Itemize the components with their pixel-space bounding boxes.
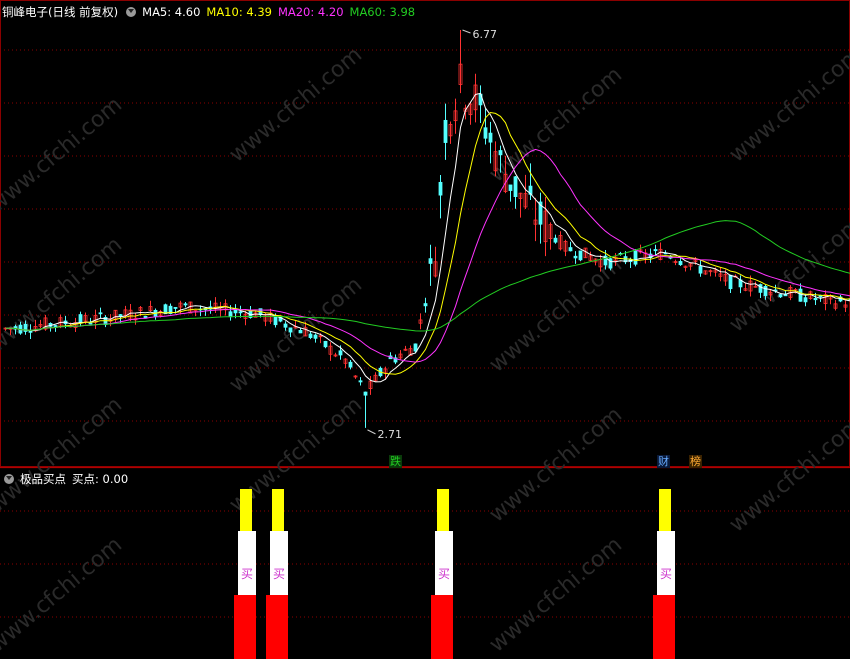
candle-body — [488, 132, 493, 143]
signal-bar-white — [657, 531, 675, 595]
candle-body — [228, 311, 233, 318]
candle-body — [483, 127, 488, 139]
low-marker — [367, 429, 376, 435]
candle-body — [308, 333, 313, 338]
candle-body — [313, 334, 318, 339]
ma10-line — [5, 111, 850, 375]
candle-body — [508, 184, 513, 191]
candle-body — [413, 343, 418, 352]
candle-body — [653, 249, 658, 252]
price-panel-header: 铜峰电子(日线 前复权) MA5: 4.60 MA10: 4.39 MA20: 4.2… — [2, 4, 421, 20]
period-label[interactable]: (日线 前复权) — [48, 5, 118, 19]
signal-bar-white — [270, 531, 288, 595]
signal-bar-yellow — [659, 489, 671, 531]
event-badge-list[interactable]: 榜 — [689, 455, 702, 468]
candle-body — [758, 284, 763, 293]
signal-bar-red — [234, 595, 256, 659]
watermark-text: www.cfchi.com — [0, 392, 127, 517]
signal-bar-white — [238, 531, 256, 595]
candle-body — [513, 176, 518, 198]
candle-body — [443, 119, 448, 143]
candle-body — [803, 297, 808, 303]
candle-body — [298, 330, 303, 334]
candle-body — [173, 307, 178, 309]
candle-body — [363, 391, 368, 396]
indicator-panel-header: 极品买点 买点: 0.00 — [2, 471, 134, 487]
watermark-text: www.cfchi.com — [485, 402, 627, 527]
ma5-line — [5, 92, 850, 383]
candle-body — [183, 303, 188, 306]
candle-body — [338, 350, 343, 356]
event-badge-finance[interactable]: 财 — [657, 455, 670, 468]
signal-bar-red — [266, 595, 288, 659]
signal-bar-label: 买 — [241, 567, 253, 581]
candle-body — [323, 341, 328, 348]
watermark-text: www.cfchi.com — [225, 272, 367, 397]
watermark-text: www.cfchi.com — [725, 42, 850, 167]
watermark-text: www.cfchi.com — [0, 232, 127, 357]
high-marker — [462, 29, 471, 34]
dropdown-icon[interactable] — [126, 6, 137, 17]
candle-body — [763, 285, 768, 296]
candle-body — [728, 274, 733, 290]
candle-body — [238, 311, 243, 314]
signal-bar-yellow — [240, 489, 252, 531]
candle-body — [423, 303, 428, 307]
watermark-text: www.cfchi.com — [485, 532, 627, 657]
candle-body — [438, 181, 443, 196]
candle-body — [578, 250, 583, 261]
signal-bar-label: 买 — [660, 567, 672, 581]
candle-body — [498, 150, 503, 156]
candle-body — [633, 250, 638, 265]
signal-bar-yellow — [437, 489, 449, 531]
indicator-title: 极品买点 — [20, 472, 66, 486]
stock-title: 铜峰电子 — [2, 5, 48, 19]
ma20-label: MA20: 4.20 — [277, 5, 344, 19]
ma10-label: MA10: 4.39 — [206, 5, 272, 19]
candle-body — [348, 361, 353, 368]
candle-body — [553, 237, 558, 243]
watermark-text: www.cfchi.com — [0, 532, 127, 657]
candle-body — [283, 323, 288, 328]
signal-bar-red — [431, 595, 453, 659]
watermark-text: www.cfchi.com — [725, 212, 850, 337]
candle-body — [798, 288, 803, 302]
signal-bar-label: 买 — [438, 567, 450, 581]
ma60-label: MA60: 3.98 — [349, 5, 416, 19]
candle-body — [678, 261, 683, 266]
ma5-label: MA5: 4.60 — [142, 5, 201, 19]
candle-body — [288, 327, 293, 333]
candle-body — [813, 297, 818, 301]
candle-body — [358, 380, 363, 383]
signal-bar-yellow — [272, 489, 284, 531]
candle-body — [698, 266, 703, 274]
watermark-text: www.cfchi.com — [225, 42, 367, 167]
candle-body — [88, 322, 93, 325]
candle-body — [53, 325, 58, 327]
signal-bar-white — [435, 531, 453, 595]
candle-body — [568, 247, 573, 252]
candle-body — [273, 315, 278, 326]
candle-body — [98, 312, 103, 315]
candle-body — [428, 258, 433, 264]
low-price-label: 2.71 — [378, 428, 403, 441]
stock-chart[interactable]: www.cfchi.com www.cfchi.com www.cfchi.com w… — [0, 0, 850, 659]
high-price-label: 6.77 — [473, 28, 498, 41]
signal-bar-red — [653, 595, 675, 659]
candle-body — [778, 294, 783, 298]
watermark-text: www.cfchi.com — [0, 92, 127, 217]
buy-point-value: 买点: 0.00 — [72, 472, 129, 486]
signal-bar-label: 买 — [273, 567, 285, 581]
candle-body — [78, 314, 83, 324]
candle-body — [573, 255, 578, 259]
watermark-text: www.cfchi.com — [485, 252, 627, 377]
watermark-text: www.cfchi.com — [725, 412, 850, 537]
event-badge-fall[interactable]: 跌 — [389, 455, 402, 468]
price-panel-frame — [0, 0, 850, 467]
dropdown-icon[interactable] — [4, 473, 14, 484]
